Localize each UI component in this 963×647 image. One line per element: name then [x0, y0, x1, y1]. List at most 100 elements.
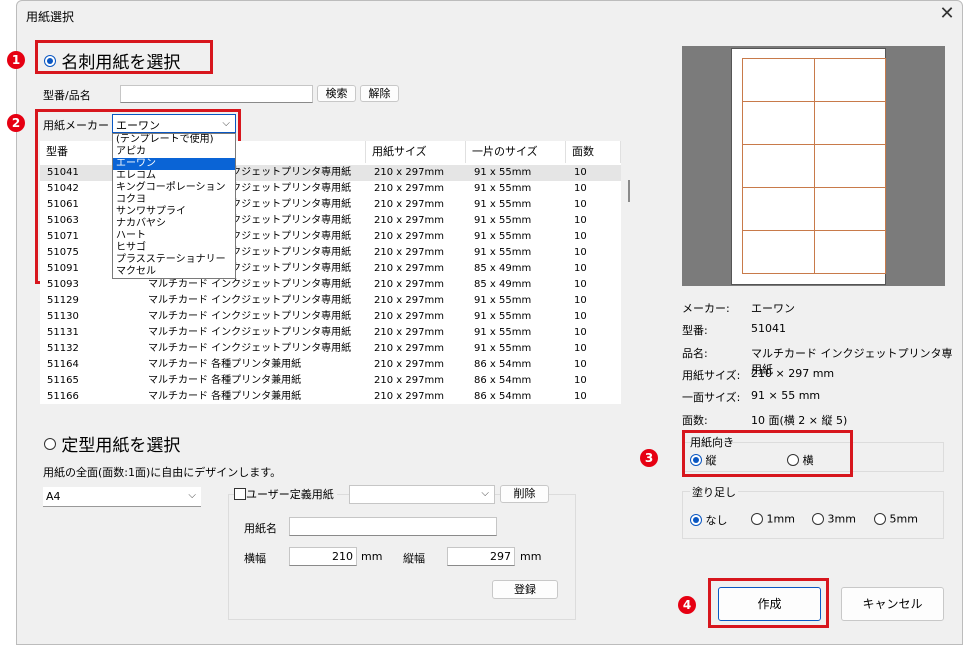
paper-size-select[interactable]: A4 ⌵ — [43, 487, 201, 507]
bleed-1mm-radio[interactable]: 1mm — [751, 512, 795, 526]
meishi-radio[interactable]: 名刺用紙を選択 — [44, 48, 180, 73]
info-key: 型番: — [682, 324, 708, 338]
portrait-label: 縦 — [705, 454, 717, 467]
teikei-radio-dot[interactable] — [44, 437, 56, 450]
register-button[interactable]: 登録 — [492, 580, 558, 599]
table-cell-name: マルチカード 各種プリンタ兼用紙 — [148, 375, 302, 386]
list-scrollbar[interactable] — [628, 180, 630, 202]
maker-option[interactable]: プラスステーショナリー — [113, 254, 235, 266]
table-cell-count: 10 — [574, 247, 587, 258]
portrait-radio[interactable]: 縦 — [690, 452, 717, 468]
preview-card — [742, 101, 815, 145]
table-row[interactable]: 51093 マルチカード インクジェットプリンタ専用紙 210 x 297mm 85 … — [40, 277, 621, 293]
maker-option[interactable]: キングコーポレーション — [113, 182, 235, 194]
table-cell-piece: 85 x 49mm — [474, 263, 532, 274]
table-cell-size: 210 x 297mm — [374, 231, 444, 242]
table-cell-name: マルチカード インクジェットプリンタ専用紙 — [148, 343, 352, 354]
bleed-3mm-dot[interactable] — [812, 513, 824, 525]
chevron-down-icon: ⌵ — [188, 490, 196, 501]
table-cell-piece: 86 x 54mm — [474, 359, 532, 370]
maker-option[interactable]: サンワサプライ — [113, 206, 235, 218]
table-cell-size: 210 x 297mm — [374, 199, 444, 210]
col-header-piece[interactable]: 一片のサイズ — [466, 141, 566, 163]
width-input[interactable]: 210 — [289, 547, 357, 566]
search-button[interactable]: 検索 — [317, 85, 356, 102]
table-row[interactable]: 51130 マルチカード インクジェットプリンタ専用紙 210 x 297mm 91 … — [40, 309, 621, 325]
bleed-1mm-label: 1mm — [766, 512, 795, 526]
user-paper-select[interactable]: ⌵ — [349, 485, 495, 504]
maker-select[interactable]: エーワン ⌵ — [112, 114, 236, 133]
table-row[interactable]: 51165 マルチカード 各種プリンタ兼用紙 210 x 297mm 86 x 54m… — [40, 373, 621, 389]
table-cell-piece: 86 x 54mm — [474, 391, 532, 402]
table-cell-size: 210 x 297mm — [374, 391, 444, 402]
maker-option[interactable]: アピカ — [113, 146, 235, 158]
bleed-3mm-radio[interactable]: 3mm — [812, 512, 856, 526]
teikei-desc: 用紙の全面(面数:1面)に自由にデザインします。 — [43, 466, 282, 479]
search-input[interactable] — [120, 85, 313, 103]
table-cell-piece: 91 x 55mm — [474, 199, 532, 210]
info-value: 91 × 55 mm — [751, 389, 821, 403]
col-header-size[interactable]: 用紙サイズ — [366, 141, 466, 163]
table-cell-no: 51164 — [47, 359, 79, 370]
table-row[interactable]: 51166 マルチカード 各種プリンタ兼用紙 210 x 297mm 86 x 54m… — [40, 389, 621, 404]
teikei-radio[interactable]: 定型用紙を選択 — [44, 431, 180, 456]
width-unit: mm — [361, 550, 383, 563]
landscape-radio-dot[interactable] — [787, 454, 799, 466]
maker-select-value: エーワン — [116, 119, 160, 132]
col-header-count[interactable]: 面数 — [566, 141, 621, 163]
maker-option[interactable]: コクヨ — [113, 194, 235, 206]
info-key: 一面サイズ: — [682, 391, 741, 405]
table-row[interactable]: 51129 マルチカード インクジェットプリンタ専用紙 210 x 297mm 91 … — [40, 293, 621, 309]
bleed-5mm-dot[interactable] — [874, 513, 886, 525]
maker-option[interactable]: マクセル — [113, 266, 235, 278]
height-input[interactable]: 297 — [447, 547, 515, 566]
info-value: エーワン — [751, 302, 795, 315]
preview-card — [742, 187, 815, 231]
preview-card — [742, 58, 815, 102]
bleed-5mm-radio[interactable]: 5mm — [874, 512, 918, 526]
table-row[interactable]: 51164 マルチカード 各種プリンタ兼用紙 210 x 297mm 86 x 54m… — [40, 357, 621, 373]
table-cell-name: マルチカード インクジェットプリンタ専用紙 — [148, 311, 352, 322]
maker-option[interactable]: ヒサゴ — [113, 242, 235, 254]
create-button[interactable]: 作成 — [718, 587, 821, 621]
table-cell-count: 10 — [574, 215, 587, 226]
maker-option[interactable]: (テンプレートで使用) — [113, 134, 235, 146]
user-paper-checkbox[interactable]: ユーザー定義用紙 — [234, 486, 337, 502]
cancel-button[interactable]: キャンセル — [841, 587, 944, 621]
bleed-none-radio[interactable]: なし — [690, 512, 728, 528]
maker-option[interactable]: ナカバヤシ — [113, 218, 235, 230]
meishi-radio-dot[interactable] — [44, 54, 56, 67]
table-cell-piece: 86 x 54mm — [474, 375, 532, 386]
table-cell-no: 51042 — [47, 183, 79, 194]
landscape-radio[interactable]: 横 — [787, 452, 814, 468]
table-cell-no: 51091 — [47, 263, 79, 274]
table-cell-count: 10 — [574, 183, 587, 194]
preview-card — [814, 187, 886, 231]
preview-card — [742, 144, 815, 188]
clear-button[interactable]: 解除 — [360, 85, 399, 102]
close-icon[interactable]: ✕ — [937, 3, 957, 25]
table-cell-piece: 91 x 55mm — [474, 295, 532, 306]
table-cell-name: マルチカード 各種プリンタ兼用紙 — [148, 391, 302, 402]
maker-option[interactable]: ハート — [113, 230, 235, 242]
table-cell-count: 10 — [574, 343, 587, 354]
table-row[interactable]: 51132 マルチカード インクジェットプリンタ専用紙 210 x 297mm 91 … — [40, 341, 621, 357]
table-row[interactable]: 51131 マルチカード インクジェットプリンタ専用紙 210 x 297mm 91 … — [40, 325, 621, 341]
paper-name-input[interactable] — [289, 517, 497, 536]
portrait-radio-dot[interactable] — [690, 454, 702, 466]
table-cell-piece: 91 x 55mm — [474, 311, 532, 322]
bleed-1mm-dot[interactable] — [751, 513, 763, 525]
paper-size-value: A4 — [46, 490, 61, 503]
table-cell-name: マルチカード インクジェットプリンタ専用紙 — [148, 295, 352, 306]
table-cell-size: 210 x 297mm — [374, 359, 444, 370]
delete-button[interactable]: 削除 — [500, 485, 549, 503]
paper-preview-sheet — [731, 48, 886, 285]
maker-option[interactable]: エレコム — [113, 170, 235, 182]
table-cell-count: 10 — [574, 391, 587, 402]
table-cell-size: 210 x 297mm — [374, 183, 444, 194]
bleed-none-dot[interactable] — [690, 514, 702, 526]
maker-option[interactable]: エーワン — [113, 158, 235, 170]
maker-label: 用紙メーカー — [43, 119, 109, 132]
info-key: 面数: — [682, 413, 708, 427]
checkbox-box[interactable] — [234, 488, 246, 500]
